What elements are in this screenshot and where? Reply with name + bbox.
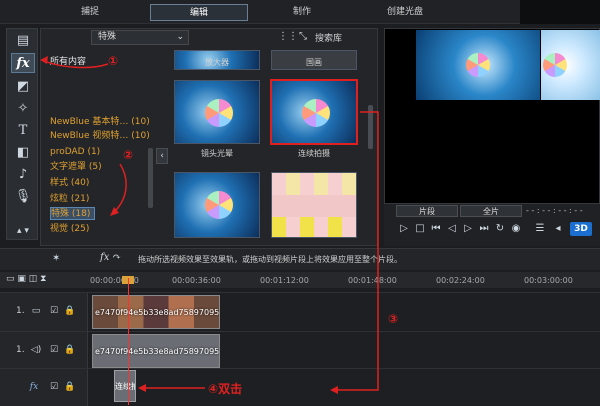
annotation-overlay [40,56,379,394]
annotation-arrow-3 [336,111,379,391]
annotation-arrow-1 [41,59,109,69]
annotation-step-1: ① [108,54,119,68]
annotation-arrowhead-1 [40,56,48,64]
annotation-step-4: ④双击 [208,382,243,396]
annotation-arrowhead-4 [138,384,146,392]
annotation-arrowhead-3 [330,386,338,394]
annotation-step-3: ③ [388,312,399,326]
annotation-step-2: ② [123,148,134,162]
annotation-arrow-2 [111,163,127,215]
